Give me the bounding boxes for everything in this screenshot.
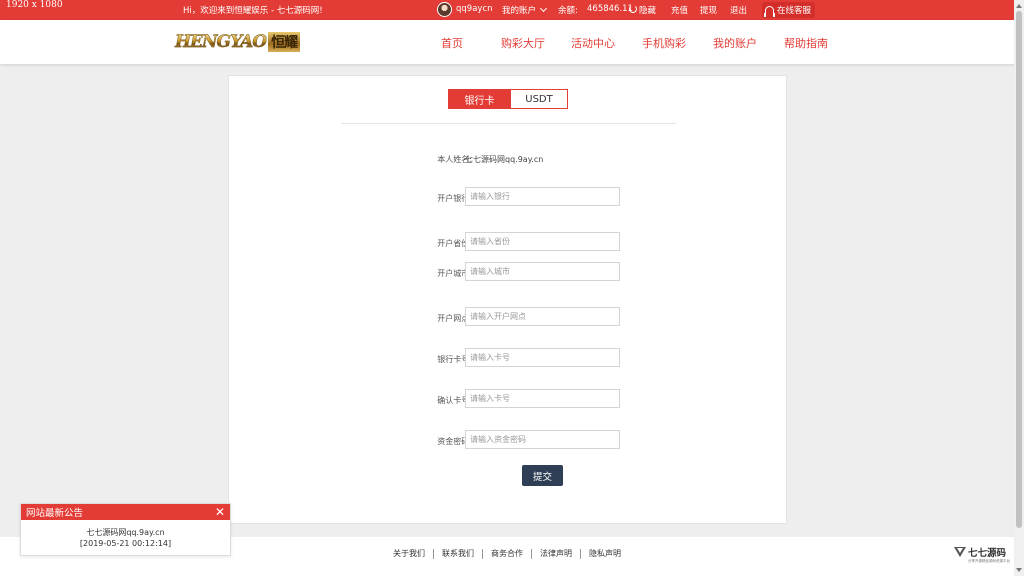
my-account-label: 我的账户 bbox=[502, 6, 537, 16]
divider bbox=[341, 123, 676, 124]
refresh-icon[interactable] bbox=[629, 5, 637, 13]
logo-wordmark: HENGYAO bbox=[175, 32, 268, 52]
brand-subtitle: 分享开源精品源码资源平台 bbox=[968, 559, 1010, 563]
footer-privacy[interactable]: 隐私声明 bbox=[580, 549, 629, 559]
online-service-button[interactable]: 在线客服 bbox=[762, 2, 815, 18]
scroll-thumb[interactable] bbox=[1016, 11, 1022, 528]
footer-legal[interactable]: 法律声明 bbox=[531, 549, 580, 559]
fund-password-input[interactable] bbox=[465, 430, 620, 449]
announcement-title: 网站最新公告 bbox=[26, 508, 84, 519]
brand-logo-icon bbox=[954, 546, 966, 558]
announcement-popup: 网站最新公告 ✕ 七七源码网qq.9ay.cn [2019-05-21 00:1… bbox=[20, 503, 231, 556]
hide-balance-button[interactable]: 隐藏 bbox=[639, 4, 656, 16]
headset-icon bbox=[764, 5, 775, 17]
logo-badge-text: 恒耀 bbox=[271, 35, 298, 51]
logo-badge: 恒耀 bbox=[268, 32, 301, 52]
nav-promotions[interactable]: 活动中心 bbox=[571, 35, 615, 51]
province-input[interactable] bbox=[465, 232, 620, 251]
card-number-label: 银行卡号: bbox=[437, 355, 472, 364]
name-label: 本人姓名: bbox=[437, 155, 472, 164]
nav-lottery-hall[interactable]: 购彩大厅 bbox=[501, 35, 545, 51]
balance-value: 465846.11 bbox=[587, 4, 633, 14]
tab-usdt[interactable]: USDT bbox=[510, 89, 568, 109]
vertical-scrollbar[interactable] bbox=[1014, 0, 1024, 576]
close-icon[interactable]: ✕ bbox=[215, 506, 225, 518]
main-header: HENGYAO 恒耀 首页 购彩大厅 活动中心 手机购彩 我的账户 帮助指南 bbox=[0, 20, 1024, 64]
my-account-dropdown[interactable]: 我的账户 bbox=[502, 4, 548, 16]
announcement-body[interactable]: 七七源码网qq.9ay.cn [2019-05-21 00:12:14] bbox=[21, 520, 230, 549]
nav-help-guide[interactable]: 帮助指南 bbox=[784, 35, 828, 51]
card-number-input[interactable] bbox=[465, 348, 620, 367]
chevron-down-icon bbox=[539, 4, 548, 13]
city-input[interactable] bbox=[465, 262, 620, 281]
footer-contact[interactable]: 联系我们 bbox=[433, 549, 482, 559]
bank-label: 开户银行: bbox=[437, 194, 472, 203]
nav-home[interactable]: 首页 bbox=[441, 35, 463, 51]
footer-brand: 七七源码 分享开源精品源码资源平台 bbox=[954, 545, 1010, 563]
tab-bank-card[interactable]: 银行卡 bbox=[448, 89, 511, 109]
withdraw-link[interactable]: 提现 bbox=[700, 4, 717, 16]
resolution-label: 1920 x 1080 bbox=[6, 0, 63, 10]
site-logo[interactable]: HENGYAO 恒耀 bbox=[175, 31, 312, 53]
brand-name: 七七源码 bbox=[968, 548, 1007, 559]
logout-link[interactable]: 退出 bbox=[730, 4, 747, 16]
branch-input[interactable] bbox=[465, 307, 620, 326]
province-label: 开户省份: bbox=[437, 239, 472, 248]
balance-label: 余额: bbox=[558, 6, 578, 16]
bank-input[interactable] bbox=[465, 187, 620, 206]
welcome-text: Hi，欢迎来到恒耀娱乐 - 七七源码网! bbox=[183, 6, 323, 16]
top-bar: Hi，欢迎来到恒耀娱乐 - 七七源码网! qq9aycn 我的账户 余额: 46… bbox=[0, 0, 1024, 20]
announcement-date: [2019-05-21 00:12:14] bbox=[79, 539, 172, 548]
bank-binding-card: 银行卡 USDT 本人姓名: 七七源码网qq.9ay.cn 开户银行: 开户省份… bbox=[228, 75, 787, 524]
name-value: 七七源码网qq.9ay.cn bbox=[465, 155, 544, 164]
submit-button[interactable]: 提交 bbox=[522, 465, 563, 486]
city-label: 开户城市: bbox=[437, 269, 472, 278]
confirm-card-label: 确认卡号: bbox=[437, 396, 472, 405]
confirm-card-input[interactable] bbox=[465, 389, 620, 408]
announcement-header: 网站最新公告 ✕ bbox=[21, 504, 230, 520]
announcement-line: 七七源码网qq.9ay.cn bbox=[86, 528, 165, 537]
footer-business[interactable]: 商务合作 bbox=[482, 549, 531, 559]
avatar[interactable] bbox=[437, 2, 452, 17]
fund-password-label: 资金密码: bbox=[437, 437, 472, 446]
online-service-label: 在线客服 bbox=[777, 6, 812, 16]
recharge-link[interactable]: 充值 bbox=[671, 4, 688, 16]
footer-about[interactable]: 关于我们 bbox=[385, 549, 433, 559]
branch-label: 开户网点: bbox=[437, 314, 472, 323]
username[interactable]: qq9aycn bbox=[456, 4, 493, 14]
scroll-up-icon[interactable] bbox=[1016, 4, 1022, 8]
scroll-down-icon[interactable] bbox=[1016, 568, 1022, 572]
nav-my-account[interactable]: 我的账户 bbox=[713, 35, 757, 51]
nav-mobile-lottery[interactable]: 手机购彩 bbox=[642, 35, 686, 51]
